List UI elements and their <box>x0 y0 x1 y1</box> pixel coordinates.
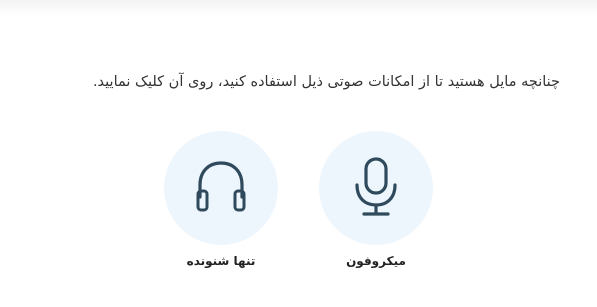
listen-only-label[interactable]: تنها شنونده <box>163 254 279 268</box>
listen-only-circle[interactable] <box>164 131 278 245</box>
audio-prompt-text: چنانچه مایل هستید تا از امکانات صوتی ذیل… <box>92 74 560 90</box>
listen-only-option[interactable]: تنها شنونده <box>163 131 279 276</box>
microphone-label[interactable]: میکروفون <box>318 254 434 268</box>
microphone-option[interactable]: میکروفون <box>318 131 434 276</box>
top-edge-shadow <box>0 0 597 16</box>
audio-options-dialog: چنانچه مایل هستید تا از امکانات صوتی ذیل… <box>0 0 597 307</box>
microphone-circle[interactable] <box>319 131 433 245</box>
microphone-icon <box>355 157 397 216</box>
headphones-icon <box>196 161 246 212</box>
